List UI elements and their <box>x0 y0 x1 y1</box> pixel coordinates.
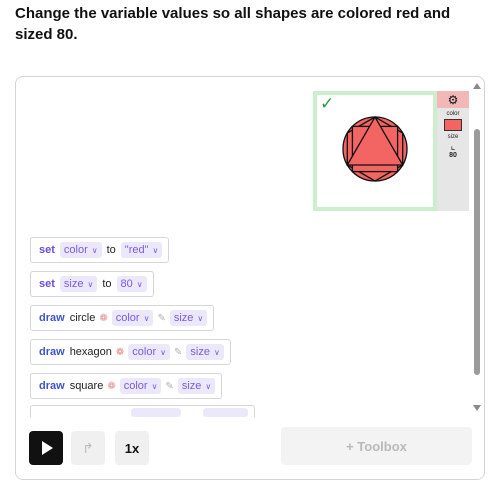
draw-circle-block[interactable]: draw circle ❁ color ∨ ✎ size ∨ <box>30 305 215 331</box>
editor-frame: ✓ ⚙ color size ⌞ 80 set color ∨ to "red" ∨… <box>15 76 485 480</box>
set-size-block[interactable]: set size ∨ to 80 ∨ <box>30 271 154 297</box>
play-button[interactable] <box>29 431 63 465</box>
draw-hexagon-block[interactable]: draw hexagon ❁ color ∨ ✎ size ∨ <box>30 339 231 365</box>
instructions-text: Change the variable values so all shapes… <box>15 5 451 43</box>
scroll-thumb[interactable] <box>474 129 480 375</box>
color-swatch <box>444 119 462 131</box>
set-keyword: set <box>39 278 55 290</box>
size-variable-dropdown[interactable]: size ∨ <box>59 276 98 292</box>
ruler-icon: ✎ <box>157 312 166 324</box>
draw-keyword: draw <box>39 312 65 324</box>
draw-keyword: draw <box>39 346 65 358</box>
play-icon <box>42 441 53 455</box>
color-variable[interactable]: color <box>437 111 469 131</box>
draw-square-block[interactable]: draw square ❁ color ∨ ✎ size ∨ <box>30 373 223 399</box>
to-label: to <box>102 278 112 290</box>
color-argument-dropdown[interactable]: color ∨ <box>111 310 154 326</box>
to-label: to <box>106 244 116 256</box>
set-color-block[interactable]: set color ∨ to "red" ∨ <box>30 237 170 263</box>
size-variable-value: 80 <box>449 152 457 159</box>
color-variable-label: color <box>446 111 460 117</box>
check-icon: ✓ <box>320 94 335 113</box>
scroll-up-arrow-icon[interactable] <box>473 83 481 89</box>
draw-keyword: draw <box>39 380 65 392</box>
size-variable[interactable]: size ⌞ 80 <box>437 134 469 160</box>
scroll-down-arrow-icon[interactable] <box>473 405 481 411</box>
output-preview: ✓ <box>313 91 437 211</box>
gear-icon[interactable]: ⚙ <box>437 91 469 108</box>
color-argument-dropdown[interactable]: color ∨ <box>119 378 162 394</box>
set-keyword: set <box>39 244 55 256</box>
speed-button[interactable]: 1x <box>115 431 149 465</box>
shape-name: circle <box>69 312 96 324</box>
size-argument-dropdown[interactable]: size ∨ <box>177 378 216 394</box>
shape-name: square <box>69 380 104 392</box>
toolbox-button[interactable]: + Toolbox <box>281 427 472 465</box>
step-icon: ↱ <box>82 439 94 456</box>
size-icon: ⌞ <box>450 141 456 152</box>
color-value-dropdown[interactable]: "red" ∨ <box>120 242 163 258</box>
color-argument-dropdown[interactable]: color ∨ <box>128 344 170 360</box>
paint-icon: ❁ <box>107 380 116 392</box>
paint-icon: ❁ <box>99 312 108 324</box>
vertical-scrollbar[interactable] <box>472 81 482 411</box>
size-argument-dropdown[interactable]: size ∨ <box>186 344 224 360</box>
partial-pill <box>203 408 248 417</box>
partially-hidden-block[interactable] <box>30 405 255 417</box>
paint-icon: ❁ <box>115 346 125 358</box>
ruler-icon: ✎ <box>165 380 174 392</box>
size-value-dropdown[interactable]: 80 ∨ <box>116 276 147 292</box>
size-variable-label: size <box>447 134 459 140</box>
partial-pill <box>131 408 181 417</box>
size-argument-dropdown[interactable]: size ∨ <box>169 310 208 326</box>
shapes-drawing <box>342 115 408 182</box>
step-button[interactable]: ↱ <box>71 431 105 465</box>
variables-panel: ⚙ color size ⌞ 80 <box>437 91 469 211</box>
ruler-icon: ✎ <box>174 346 183 358</box>
shape-name: hexagon <box>69 346 112 358</box>
bottom-toolbar: ↱ 1x + Toolbox <box>16 417 484 479</box>
color-variable-dropdown[interactable]: color ∨ <box>59 242 102 258</box>
